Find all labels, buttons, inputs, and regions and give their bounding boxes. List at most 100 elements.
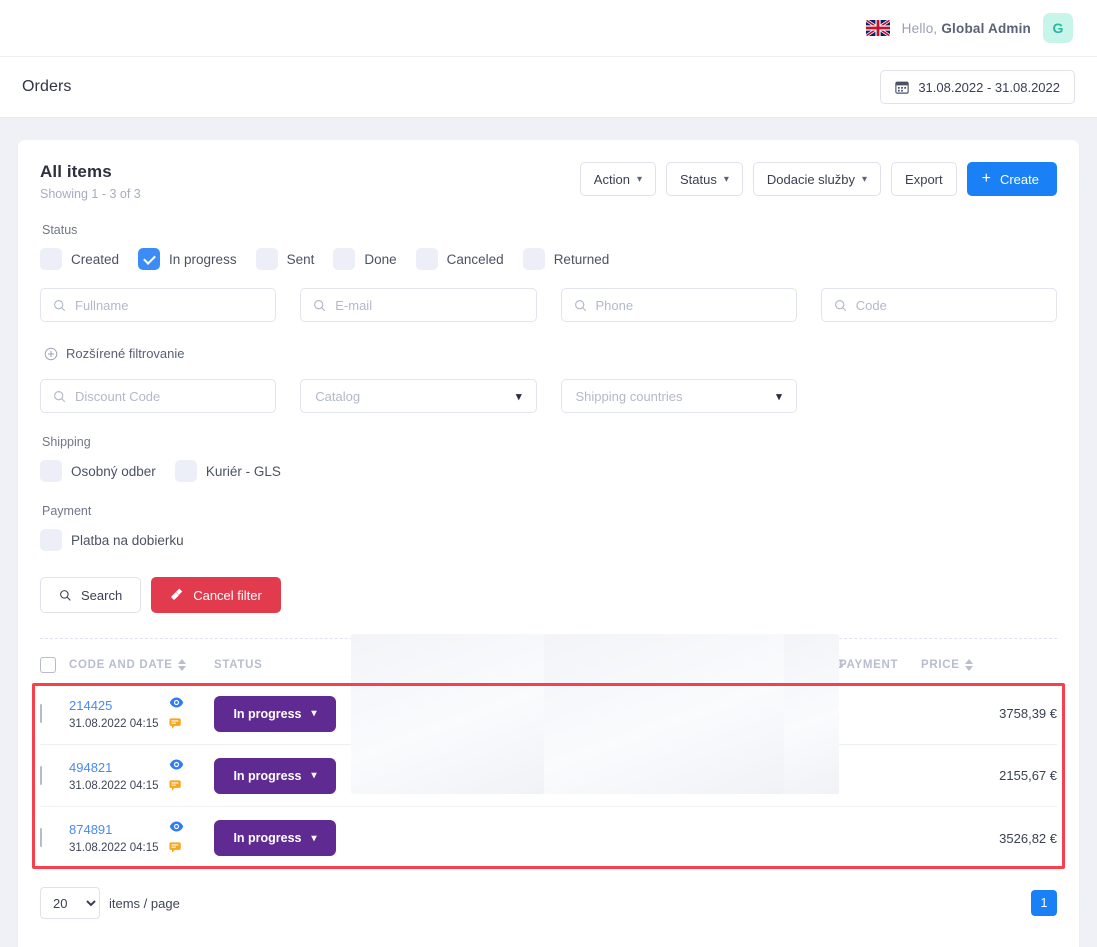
delivery-label: Dodacie služby [766, 171, 856, 187]
sort-icon[interactable] [964, 659, 974, 671]
page-title: Orders [22, 78, 72, 95]
search-input-fullname[interactable] [75, 297, 264, 313]
checkbox-in-progress[interactable] [138, 248, 161, 270]
phone-input-wrap[interactable] [560, 288, 797, 322]
chevron-down-icon: ▾ [776, 390, 782, 403]
shipping-countries-select[interactable]: Shipping countries ▾ [560, 379, 797, 413]
eye-icon[interactable] [169, 696, 184, 711]
advanced-filter-label: Rozšírené filtrovanie [66, 346, 185, 361]
fullname-input-wrap[interactable] [40, 288, 277, 322]
comment-icon[interactable] [169, 779, 184, 794]
per-page-select[interactable]: 102050100 [40, 887, 100, 919]
page-header: Orders 31.08.2022 - 31.08.2022 [0, 57, 1097, 118]
checkbox-canceled[interactable] [415, 248, 438, 270]
discount-input-wrap[interactable] [40, 379, 277, 413]
row-select-cell[interactable] [40, 828, 69, 847]
checkbox-platba-na-dobierku[interactable] [40, 529, 62, 551]
cancel-filter-button[interactable]: Cancel filter [151, 577, 281, 613]
payment-filter-group: Platba na dobierku [40, 529, 1057, 551]
order-code-link[interactable]: 494821 [69, 760, 169, 775]
row-status-cell[interactable]: In progress ▾ [214, 820, 351, 856]
checkbox-returned[interactable] [522, 248, 545, 270]
checkbox-row-select[interactable] [40, 703, 42, 723]
checkbox-row-select[interactable] [40, 765, 42, 785]
advanced-filters-row: Catalog ▾ Shipping countries ▾ [40, 379, 1057, 413]
status-filter-in-progress[interactable]: In progress [138, 248, 237, 270]
catalog-select[interactable]: Catalog ▾ [300, 379, 537, 413]
row-icons [169, 696, 184, 732]
text-filters-row [40, 288, 1057, 322]
shipping-filter-osobny-odber[interactable]: Osobný odber [40, 460, 156, 482]
status-pill[interactable]: In progress ▾ [214, 757, 336, 794]
date-range-value: 31.08.2022 - 31.08.2022 [918, 79, 1060, 95]
search-input-email[interactable] [335, 297, 524, 313]
checkbox-row-select[interactable] [40, 828, 42, 847]
status-label: Status [679, 171, 717, 187]
card-header: All items Showing 1 - 3 of 3 Action ▾ Sta… [40, 162, 1057, 201]
search-button[interactable]: Search [40, 577, 142, 613]
delivery-services-dropdown-button[interactable]: Dodacie služby ▾ [752, 162, 882, 196]
pagination-page-1[interactable]: 1 [1031, 890, 1057, 916]
order-code-link[interactable]: 874891 [69, 822, 169, 837]
row-select-cell[interactable] [40, 703, 69, 723]
table-row[interactable]: 214425 31.08.2022 04:15 In progress ▾ 375… [40, 633, 1057, 794]
column-header-code-and-date[interactable]: CODE AND DATE [69, 659, 214, 671]
eye-icon[interactable] [169, 758, 184, 773]
code-input-wrap[interactable] [820, 288, 1057, 322]
select-all-cell[interactable] [40, 657, 69, 673]
create-label: Create [999, 171, 1039, 187]
status-filter-label-returned: Returned [553, 251, 610, 267]
column-label-code-and-date: CODE AND DATE [69, 659, 173, 671]
eye-icon[interactable] [169, 820, 184, 835]
email-input-wrap[interactable] [300, 288, 537, 322]
avatar[interactable]: G [1043, 13, 1073, 43]
checkbox-created[interactable] [40, 248, 62, 270]
top-bar: Hello, Global Admin G [0, 0, 1097, 57]
checkbox-sent[interactable] [255, 248, 278, 270]
shipping-filter-label-osobny-odber: Osobný odber [71, 463, 156, 479]
checkbox-done[interactable] [333, 248, 356, 270]
shipping-filter-kurier-gls[interactable]: Kuriér - GLS [174, 460, 281, 482]
checkbox-select-all[interactable] [40, 657, 56, 673]
status-pill[interactable]: In progress ▾ [214, 695, 336, 732]
status-filter-done[interactable]: Done [333, 248, 397, 270]
search-input-phone[interactable] [595, 297, 784, 313]
row-code-text: 874891 31.08.2022 04:15 [69, 822, 169, 854]
search-icon [53, 299, 66, 312]
comment-icon[interactable] [169, 717, 184, 732]
payment-filter-dobierka[interactable]: Platba na dobierku [40, 529, 184, 551]
status-pill[interactable]: In progress ▾ [214, 820, 336, 856]
comment-icon[interactable] [169, 841, 184, 856]
search-input-discount-code[interactable] [75, 388, 264, 404]
row-status-cell[interactable]: In progress ▾ [214, 757, 351, 794]
search-input-code[interactable] [855, 297, 1044, 313]
column-header-price[interactable]: PRICE [921, 659, 1057, 671]
order-code-link[interactable]: 214425 [69, 698, 169, 713]
table-row[interactable]: 874891 31.08.2022 04:15 In progress ▾ 352… [40, 807, 1057, 869]
checkbox-kurier-gls[interactable] [174, 460, 197, 482]
status-filter-sent[interactable]: Sent [255, 248, 314, 270]
checkbox-osobny-odber[interactable] [40, 460, 62, 482]
export-button[interactable]: Export [891, 162, 957, 196]
uk-flag-icon[interactable] [865, 20, 890, 36]
export-label: Export [905, 171, 943, 187]
row-code-cell: 874891 31.08.2022 04:15 [69, 820, 214, 856]
toolbar-buttons: Action ▾ Status ▾ Dodacie služby ▾ Export +… [579, 162, 1057, 196]
status-filter-returned[interactable]: Returned [522, 248, 610, 270]
create-button[interactable]: + Create [966, 162, 1057, 196]
status-filter-canceled[interactable]: Canceled [415, 248, 504, 270]
status-filter-created[interactable]: Created [40, 248, 119, 270]
row-icons [169, 820, 184, 856]
row-select-cell[interactable] [40, 765, 69, 785]
action-dropdown-button[interactable]: Action ▾ [579, 162, 656, 196]
row-status-cell[interactable]: In progress ▾ [214, 695, 351, 732]
advanced-filter-toggle[interactable]: Rozšírené filtrovanie [44, 346, 1057, 361]
catalog-select-value: Catalog [315, 388, 361, 404]
row-code-text: 494821 31.08.2022 04:15 [69, 760, 169, 792]
sort-icon[interactable] [177, 659, 187, 671]
date-range-picker[interactable]: 31.08.2022 - 31.08.2022 [880, 70, 1075, 104]
row-code-cell: 494821 31.08.2022 04:15 [69, 758, 214, 794]
email-filter-cell [300, 288, 537, 322]
status-dropdown-button[interactable]: Status ▾ [665, 162, 743, 196]
search-button-label: Search [81, 587, 123, 603]
